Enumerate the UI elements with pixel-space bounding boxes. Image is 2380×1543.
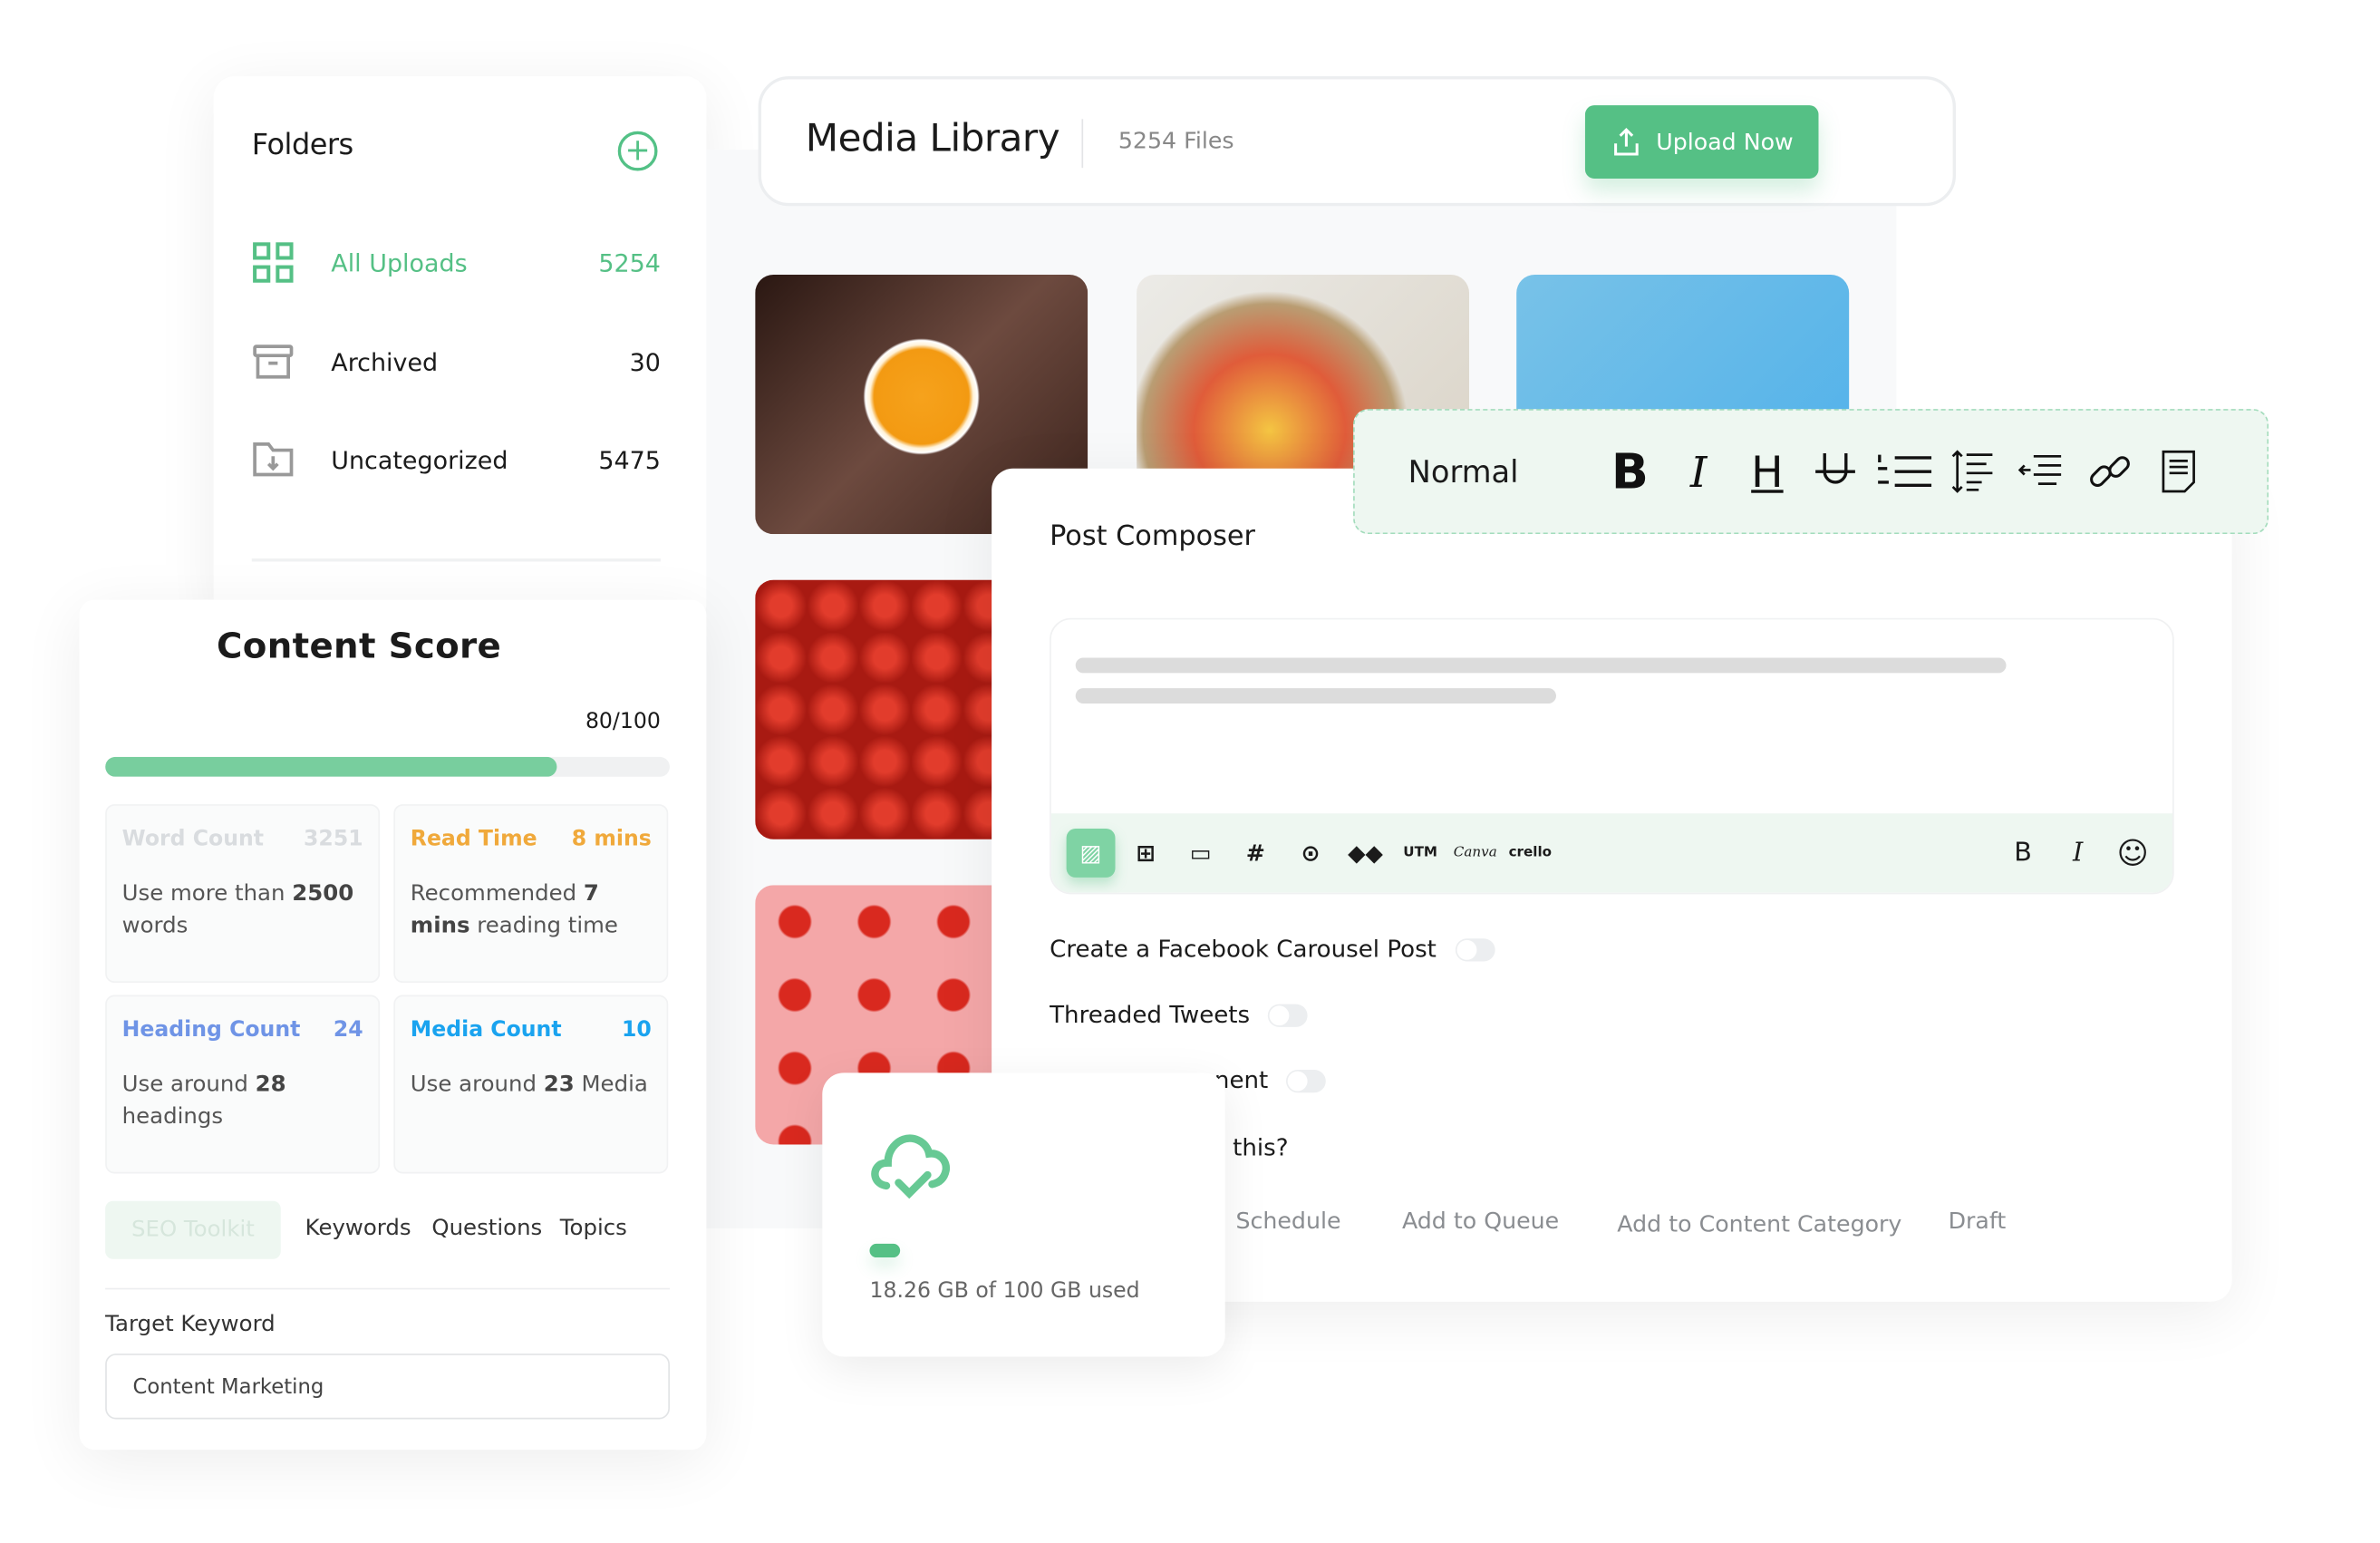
location-pin-icon[interactable]: ⊙	[1286, 829, 1335, 878]
toggle-label: this?	[1233, 1133, 1289, 1161]
file-count: 5254 Files	[1117, 126, 1234, 155]
stage: Folders + All Uploads 5254 Archived 30 U…	[0, 0, 2380, 1543]
upload-label: Upload Now	[1656, 128, 1794, 156]
score-value: 80/100	[585, 709, 661, 734]
folder-label: Archived	[331, 346, 439, 376]
document-icon[interactable]	[2147, 444, 2211, 500]
folder-item-archived[interactable]: Archived 30	[252, 339, 661, 384]
metric-value: 3251	[304, 827, 363, 852]
add-image-icon[interactable]: ▨	[1066, 829, 1116, 878]
metric-title: Word Count	[121, 827, 265, 852]
crello-button[interactable]: crello	[1505, 829, 1554, 878]
toggle-row: nent	[1214, 1067, 1327, 1094]
toggle-row: Threaded Tweets	[1050, 1001, 1309, 1029]
divider	[251, 558, 661, 562]
bold-icon[interactable]: B	[1598, 442, 1662, 500]
target-keyword-label: Target Keyword	[105, 1312, 276, 1337]
threaded-tweets-toggle[interactable]	[1268, 1003, 1309, 1027]
tab-topics[interactable]: Topics	[560, 1217, 627, 1241]
facebook-carousel-toggle[interactable]	[1455, 937, 1495, 961]
toggle-row: this?	[1233, 1134, 1288, 1161]
text-style-select[interactable]: Normal	[1408, 453, 1519, 490]
italic-button[interactable]: I	[2054, 829, 2103, 878]
bold-button[interactable]: B	[1998, 829, 2047, 878]
folder-icon[interactable]: ▭	[1176, 829, 1225, 878]
plus-circle-icon[interactable]: +	[617, 131, 658, 171]
folder-count: 30	[629, 346, 661, 376]
metric-description: Use more than 2500 words	[121, 881, 354, 939]
text-placeholder-line	[1075, 657, 2007, 674]
divider	[1081, 119, 1084, 169]
folder-download-icon	[252, 438, 295, 480]
metric-title: Heading Count	[121, 1017, 301, 1043]
metric-value: 8 mins	[571, 827, 652, 852]
toggle-label: Threaded Tweets	[1050, 1001, 1251, 1029]
toggle-label: Create a Facebook Carousel Post	[1050, 935, 1437, 964]
metric-card: Heading Count 24 Use around 28 headings	[105, 995, 381, 1174]
metric-description: Use around 23 Media	[410, 1072, 648, 1098]
score-progress-bar	[105, 756, 670, 777]
media-library-header: Media Library 5254 Files Upload Now	[758, 76, 1956, 207]
metric-description: Use around 28 headings	[121, 1072, 286, 1130]
metric-value: 10	[621, 1017, 652, 1043]
tab-questions[interactable]: Questions	[431, 1217, 542, 1241]
post-editor[interactable]: ▨ ⊞ ▭ # ⊙ ◆◆ UTM Canva crello B I ☺	[1050, 617, 2174, 895]
metric-value: 24	[333, 1017, 363, 1043]
draft-button[interactable]: Draft	[1949, 1207, 2007, 1234]
score-progress-fill	[105, 756, 557, 777]
underline-icon[interactable]	[1804, 444, 1868, 500]
folder-item-all-uploads[interactable]: All Uploads 5254	[252, 239, 661, 285]
video-icon[interactable]: ⊞	[1121, 829, 1170, 878]
text-placeholder-line	[1075, 688, 1556, 704]
add-to-queue-button[interactable]: Add to Queue	[1402, 1207, 1559, 1234]
folder-item-uncategorized[interactable]: Uncategorized 5475	[252, 436, 661, 481]
add-to-content-category-button[interactable]: Add to Content Category	[1617, 1210, 1901, 1237]
content-score-title: Content Score	[217, 626, 502, 667]
storage-usage-bar	[869, 1243, 900, 1258]
canva-button[interactable]: Canva	[1451, 829, 1500, 878]
metric-card: Read Time 8 mins Recommended 7 mins readin…	[393, 804, 669, 984]
outdent-icon[interactable]	[2010, 444, 2075, 500]
metric-card: Word Count 3251 Use more than 2500 words	[105, 804, 381, 984]
upload-now-button[interactable]: Upload Now	[1584, 105, 1819, 179]
toggle-switch[interactable]	[1286, 1069, 1327, 1092]
target-keyword-input[interactable]: Content Marketing	[105, 1354, 670, 1420]
schedule-button[interactable]: Schedule	[1235, 1207, 1340, 1234]
grid-icon	[252, 241, 295, 284]
italic-icon[interactable]: I	[1667, 444, 1731, 500]
metric-description: Recommended 7 mins reading time	[410, 881, 618, 939]
metric-title: Read Time	[410, 827, 537, 852]
folder-label: All Uploads	[331, 247, 468, 277]
cloud-check-icon	[871, 1134, 951, 1199]
tab-seo-toolkit[interactable]: SEO Toolkit	[105, 1200, 281, 1259]
folder-label: Uncategorized	[331, 444, 508, 474]
toggle-row: Create a Facebook Carousel Post	[1050, 936, 1495, 963]
storage-card: 18.26 GB of 100 GB used	[822, 1072, 1225, 1357]
folder-count: 5475	[598, 444, 661, 474]
divider	[105, 1287, 670, 1290]
folders-title: Folders	[251, 128, 353, 162]
upload-icon	[1613, 127, 1638, 156]
metric-title: Media Count	[410, 1017, 562, 1043]
link-icon[interactable]	[2078, 444, 2143, 500]
page-title: Media Library	[805, 115, 1060, 160]
ordered-list-icon[interactable]	[1872, 444, 1937, 500]
emoji-icon[interactable]: ☺	[2108, 829, 2157, 878]
content-score-card: Content Score 80/100 Word Count 3251 Use m…	[79, 599, 707, 1451]
heading-icon[interactable]: H	[1736, 444, 1800, 500]
editor-toolbar: ▨ ⊞ ▭ # ⊙ ◆◆ UTM Canva crello B I ☺	[1050, 813, 2173, 893]
link-shortener-icon[interactable]: ◆◆	[1341, 829, 1390, 878]
archive-box-icon	[252, 340, 295, 383]
line-height-icon[interactable]	[1941, 444, 2006, 500]
storage-usage-text: 18.26 GB of 100 GB used	[869, 1278, 1140, 1304]
hashtag-icon[interactable]: #	[1231, 829, 1280, 878]
folders-panel: Folders + All Uploads 5254 Archived 30 U…	[213, 76, 707, 626]
tab-keywords[interactable]: Keywords	[305, 1217, 411, 1241]
metric-card: Media Count 10 Use around 23 Media	[393, 995, 669, 1174]
format-toolbar: Normal B I H	[1353, 409, 2269, 535]
folder-count: 5254	[598, 247, 661, 277]
utm-button[interactable]: UTM	[1396, 829, 1445, 878]
composer-title: Post Composer	[1050, 520, 1256, 553]
